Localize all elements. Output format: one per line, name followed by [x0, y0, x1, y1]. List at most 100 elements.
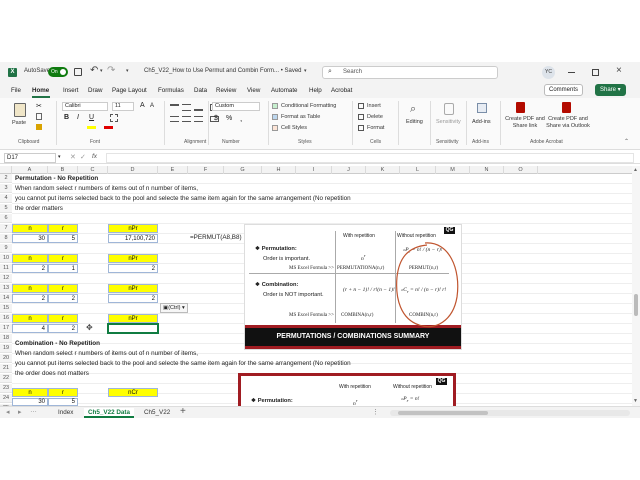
value-n[interactable]: 4: [12, 324, 48, 333]
tab-file[interactable]: File: [11, 87, 21, 94]
column-header[interactable]: D: [108, 166, 158, 174]
create-pdf-outlook-icon[interactable]: [562, 102, 571, 113]
autosave-toggle[interactable]: On: [48, 67, 68, 77]
value-npr[interactable]: 17,100,720: [108, 234, 158, 243]
undo-dropdown-icon[interactable]: ▾: [100, 68, 103, 74]
value-n[interactable]: 2: [12, 264, 48, 273]
header-n[interactable]: n: [12, 254, 48, 263]
align-bottom-icon[interactable]: [194, 104, 203, 111]
underline-icon[interactable]: U: [89, 114, 94, 121]
row-header[interactable]: 10: [0, 254, 12, 263]
row-header[interactable]: 5: [0, 204, 12, 213]
column-header[interactable]: L: [400, 166, 436, 174]
create-pdf-share-link-button[interactable]: Create PDF and Share link: [504, 116, 546, 130]
tab-review[interactable]: Review: [216, 87, 236, 94]
row-header[interactable]: 7: [0, 224, 12, 233]
row-header[interactable]: 21: [0, 364, 12, 373]
more-sheets-icon[interactable]: …: [30, 407, 37, 414]
add-ins-button[interactable]: Add-ins: [472, 119, 491, 125]
tab-help[interactable]: Help: [309, 87, 322, 94]
decrease-font-icon[interactable]: A: [150, 103, 154, 109]
header-r[interactable]: r: [48, 284, 78, 293]
paste-icon[interactable]: [14, 103, 26, 117]
value-n[interactable]: 30: [12, 398, 48, 406]
tab-page-layout[interactable]: Page Layout: [112, 87, 147, 94]
paste-options-button[interactable]: ▣(Ctrl) ▾: [160, 303, 188, 313]
collapse-ribbon-icon[interactable]: ⌃: [624, 138, 629, 145]
avatar[interactable]: YC: [542, 66, 555, 79]
file-name-chevron-icon[interactable]: ▾: [304, 68, 307, 74]
sheet-tab-index[interactable]: Index: [54, 408, 77, 418]
value-r[interactable]: 2: [48, 294, 78, 303]
value-r[interactable]: 5: [48, 398, 78, 406]
format-cells-button[interactable]: Format: [367, 125, 384, 131]
percent-icon[interactable]: %: [226, 115, 232, 122]
share-button[interactable]: Share ▾: [595, 84, 626, 96]
column-header[interactable]: B: [48, 166, 78, 174]
value-r[interactable]: 2: [48, 324, 78, 333]
currency-icon[interactable]: $: [214, 115, 218, 122]
insert-function-icon[interactable]: fx: [92, 153, 97, 160]
column-header[interactable]: C: [78, 166, 108, 174]
tab-formulas[interactable]: Formulas: [158, 87, 184, 94]
insert-cells-button[interactable]: Insert: [367, 103, 381, 109]
number-format-select[interactable]: Custom: [212, 102, 260, 111]
tab-automate[interactable]: Automate: [271, 87, 297, 94]
tab-home[interactable]: Home: [32, 87, 49, 94]
formula-input[interactable]: [106, 153, 634, 163]
name-box[interactable]: D17: [4, 153, 56, 163]
header-n[interactable]: n: [12, 388, 48, 397]
fill-color-icon[interactable]: [87, 126, 96, 129]
font-color-icon[interactable]: [104, 126, 113, 129]
tab-acrobat[interactable]: Acrobat: [331, 87, 352, 94]
column-header[interactable]: O: [504, 166, 538, 174]
header-r[interactable]: r: [48, 254, 78, 263]
row-header[interactable]: 15: [0, 304, 12, 313]
row-header[interactable]: 19: [0, 344, 12, 353]
conditional-formatting-button[interactable]: Conditional Formatting: [281, 103, 336, 109]
delete-cells-button[interactable]: Delete: [367, 114, 383, 120]
horizontal-scrollbar[interactable]: [390, 410, 630, 416]
align-middle-icon[interactable]: [182, 104, 191, 111]
header-npr[interactable]: nPr: [108, 314, 158, 323]
row-header[interactable]: 8: [0, 234, 12, 243]
tab-insert[interactable]: Insert: [63, 87, 78, 94]
column-header[interactable]: F: [188, 166, 224, 174]
save-icon[interactable]: [74, 68, 82, 76]
sheet-tab-ch5-v22[interactable]: Ch5_V22: [140, 408, 174, 418]
redo-icon[interactable]: ↷: [107, 65, 115, 76]
row-header[interactable]: 20: [0, 354, 12, 363]
align-top-icon[interactable]: [170, 104, 179, 111]
increase-font-icon[interactable]: A: [140, 102, 145, 109]
name-box-dropdown-icon[interactable]: ▾: [58, 154, 61, 160]
customize-toolbar-icon[interactable]: ▾: [126, 68, 129, 74]
value-r[interactable]: 1: [48, 264, 78, 273]
header-r[interactable]: r: [48, 314, 78, 323]
header-r[interactable]: r: [48, 224, 78, 233]
close-icon[interactable]: ×: [616, 65, 622, 76]
row-header[interactable]: 22: [0, 374, 12, 383]
tab-view[interactable]: View: [247, 87, 260, 94]
bold-icon[interactable]: B: [64, 114, 69, 121]
header-ncr[interactable]: nCr: [108, 388, 158, 397]
row-header[interactable]: 4: [0, 194, 12, 203]
header-r[interactable]: r: [48, 388, 78, 397]
search-input[interactable]: ⌕ Search: [322, 66, 498, 79]
cell-styles-button[interactable]: Cell Styles: [281, 125, 307, 131]
vertical-scroll-thumb[interactable]: [634, 294, 638, 316]
create-pdf-link-icon[interactable]: [516, 102, 525, 113]
row-header[interactable]: 16: [0, 314, 12, 323]
column-header[interactable]: K: [366, 166, 400, 174]
cut-icon[interactable]: ✂: [36, 102, 42, 110]
row-header[interactable]: 24: [0, 394, 12, 403]
value-n[interactable]: 30: [12, 234, 48, 243]
column-header[interactable]: J: [332, 166, 366, 174]
column-header[interactable]: A: [12, 166, 48, 174]
add-ins-icon[interactable]: [477, 103, 487, 113]
paste-button[interactable]: Paste: [12, 120, 26, 126]
align-left-icon[interactable]: [170, 116, 179, 122]
header-n[interactable]: n: [12, 284, 48, 293]
comments-button[interactable]: Comments: [544, 84, 584, 96]
editing-button[interactable]: Editing: [406, 119, 423, 125]
row-header[interactable]: 14: [0, 294, 12, 303]
